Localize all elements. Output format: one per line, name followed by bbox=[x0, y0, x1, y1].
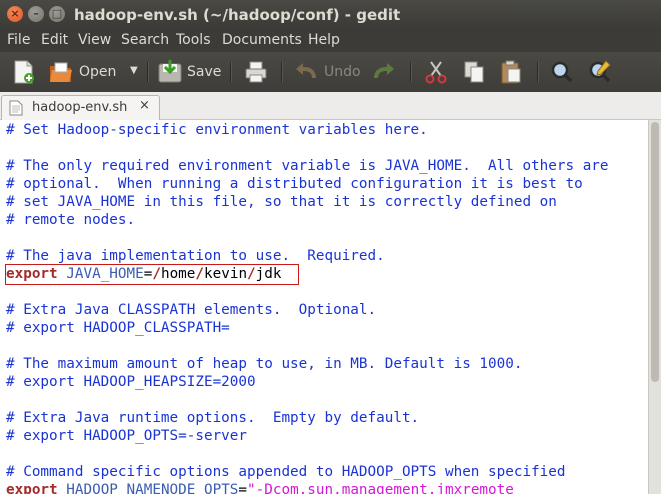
maximize-window-button[interactable]: □ bbox=[49, 6, 65, 22]
menu-search[interactable]: Search bbox=[121, 32, 169, 48]
code-comment: # remote nodes. bbox=[6, 212, 136, 228]
code-line[interactable]: # Extra Java runtime options. Empty by d… bbox=[6, 409, 419, 427]
open-button[interactable]: Open bbox=[79, 64, 116, 80]
code-line[interactable]: # optional. When running a distributed c… bbox=[6, 175, 583, 193]
new-document-icon[interactable] bbox=[12, 58, 36, 86]
code-comment: # Extra Java runtime options. Empty by d… bbox=[6, 410, 420, 426]
code-line[interactable]: # Extra Java CLASSPATH elements. Optiona… bbox=[6, 301, 376, 319]
menu-documents[interactable]: Documents bbox=[222, 32, 302, 48]
menu-help[interactable]: Help bbox=[308, 32, 340, 48]
code-comment: # Extra Java CLASSPATH elements. Optiona… bbox=[6, 302, 377, 318]
code-line[interactable]: # The only required environment variable… bbox=[6, 157, 609, 175]
code-comment: # The java implementation to use. Requir… bbox=[6, 248, 385, 264]
code-line[interactable]: # export HADOOP_HEAPSIZE=2000 bbox=[6, 373, 256, 391]
document-tab-bar: hadoop-env.sh × bbox=[0, 92, 661, 120]
tab-hadoop-env[interactable]: hadoop-env.sh × bbox=[1, 95, 160, 120]
print-icon[interactable] bbox=[243, 58, 269, 86]
paste-clipboard-icon[interactable] bbox=[499, 58, 523, 86]
undo-button[interactable]: Undo bbox=[324, 64, 361, 80]
find-replace-icon[interactable] bbox=[588, 58, 614, 86]
code-line[interactable]: # set JAVA_HOME in this file, so that it… bbox=[6, 193, 557, 211]
menu-bar: File Edit View Search Tools Documents He… bbox=[0, 30, 661, 52]
close-tab-icon[interactable]: × bbox=[139, 98, 150, 113]
search-icon[interactable] bbox=[550, 58, 574, 86]
code-value: /home/kevin/jdk bbox=[152, 266, 282, 282]
code-line[interactable]: # remote nodes. bbox=[6, 211, 135, 229]
toolbar-separator bbox=[281, 62, 283, 82]
toolbar: Open ▼ Save Undo bbox=[0, 52, 661, 92]
text-editor[interactable]: # Set Hadoop-specific environment variab… bbox=[0, 120, 648, 494]
open-recent-dropdown-icon[interactable]: ▼ bbox=[130, 65, 138, 76]
code-line[interactable]: export HADOOP_NAMENODE_OPTS="-Dcom.sun.m… bbox=[6, 481, 514, 494]
redo-arrow-icon[interactable] bbox=[372, 58, 396, 86]
code-comment: # Command specific options appended to H… bbox=[6, 464, 566, 480]
code-comment: # Set Hadoop-specific environment variab… bbox=[6, 122, 428, 138]
title-bar: × – □ hadoop-env.sh (~/hadoop/conf) - ge… bbox=[0, 0, 661, 30]
undo-arrow-icon[interactable] bbox=[294, 58, 318, 86]
code-comment: # The only required environment variable… bbox=[6, 158, 609, 174]
toolbar-separator bbox=[410, 62, 412, 82]
code-comment: # export HADOOP_OPTS=-server bbox=[6, 428, 248, 444]
window-title: hadoop-env.sh (~/hadoop/conf) - gedit bbox=[74, 6, 401, 24]
code-line[interactable]: # export HADOOP_OPTS=-server bbox=[6, 427, 247, 445]
code-value: "-Dcom.sun.management.jmxremote bbox=[247, 482, 514, 494]
code-equals: = bbox=[238, 482, 248, 494]
code-comment: # The maximum amount of heap to use, in … bbox=[6, 356, 523, 372]
menu-file[interactable]: File bbox=[7, 32, 30, 48]
code-line[interactable]: # The java implementation to use. Requir… bbox=[6, 247, 385, 265]
menu-edit[interactable]: Edit bbox=[41, 32, 68, 48]
scrollbar-thumb[interactable] bbox=[651, 122, 659, 382]
code-line[interactable]: # Set Hadoop-specific environment variab… bbox=[6, 121, 428, 139]
code-comment: # set JAVA_HOME in this file, so that it… bbox=[6, 194, 557, 210]
toolbar-separator bbox=[147, 62, 149, 82]
menu-view[interactable]: View bbox=[78, 32, 111, 48]
toolbar-separator bbox=[230, 62, 232, 82]
menu-tools[interactable]: Tools bbox=[176, 32, 211, 48]
code-comment: # optional. When running a distributed c… bbox=[6, 176, 583, 192]
close-window-button[interactable]: × bbox=[7, 6, 23, 22]
code-line[interactable]: # Command specific options appended to H… bbox=[6, 463, 565, 481]
tab-label: hadoop-env.sh bbox=[32, 100, 128, 115]
code-keyword-export: export bbox=[6, 482, 58, 494]
code-line[interactable]: # The maximum amount of heap to use, in … bbox=[6, 355, 522, 373]
save-button[interactable]: Save bbox=[187, 64, 221, 80]
text-document-icon bbox=[9, 100, 23, 116]
code-variable-name: JAVA_HOME bbox=[66, 266, 144, 282]
copy-icon[interactable] bbox=[462, 58, 486, 86]
code-comment: # export HADOOP_HEAPSIZE=2000 bbox=[6, 374, 256, 390]
code-keyword-export: export bbox=[6, 266, 58, 282]
minimize-window-button[interactable]: – bbox=[28, 6, 44, 22]
code-line[interactable]: # export HADOOP_CLASSPATH= bbox=[6, 319, 230, 337]
code-line[interactable]: export JAVA_HOME=/home/kevin/jdk bbox=[6, 265, 281, 283]
vertical-scrollbar[interactable] bbox=[648, 120, 661, 494]
code-comment: # export HADOOP_CLASSPATH= bbox=[6, 320, 230, 336]
cut-scissors-icon[interactable] bbox=[424, 58, 448, 86]
save-icon[interactable] bbox=[157, 58, 183, 86]
code-variable-name: HADOOP_NAMENODE_OPTS bbox=[66, 482, 239, 494]
open-folder-icon[interactable] bbox=[48, 58, 74, 86]
toolbar-separator bbox=[537, 62, 539, 82]
